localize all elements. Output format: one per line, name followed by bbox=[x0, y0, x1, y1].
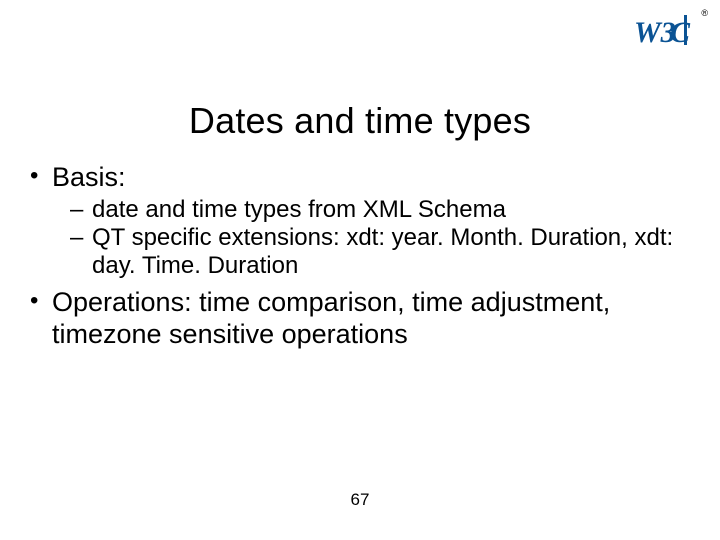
w3c-logo: W3 C bbox=[634, 12, 692, 48]
slide-title: Dates and time types bbox=[0, 100, 720, 142]
registered-mark: ® bbox=[701, 8, 708, 18]
sub-bullet-item: date and time types from XML Schema bbox=[52, 196, 690, 224]
w3c-logo-svg: W3 C bbox=[634, 12, 692, 48]
bullet-item: Basis: date and time types from XML Sche… bbox=[26, 162, 690, 281]
slide-body: Basis: date and time types from XML Sche… bbox=[26, 162, 690, 353]
sub-bullet-text: QT specific extensions: xdt: year. Month… bbox=[92, 224, 673, 279]
slide: W3 C ® Dates and time types Basis: date … bbox=[0, 0, 720, 540]
page-number: 67 bbox=[0, 490, 720, 510]
bullet-text: Basis: bbox=[52, 162, 126, 192]
sub-bullet-item: QT specific extensions: xdt: year. Month… bbox=[52, 224, 690, 281]
svg-text:C: C bbox=[670, 16, 691, 48]
bullet-item: Operations: time comparison, time adjust… bbox=[26, 287, 690, 351]
sub-bullet-text: date and time types from XML Schema bbox=[92, 196, 506, 223]
bullet-text: Operations: time comparison, time adjust… bbox=[52, 287, 610, 349]
